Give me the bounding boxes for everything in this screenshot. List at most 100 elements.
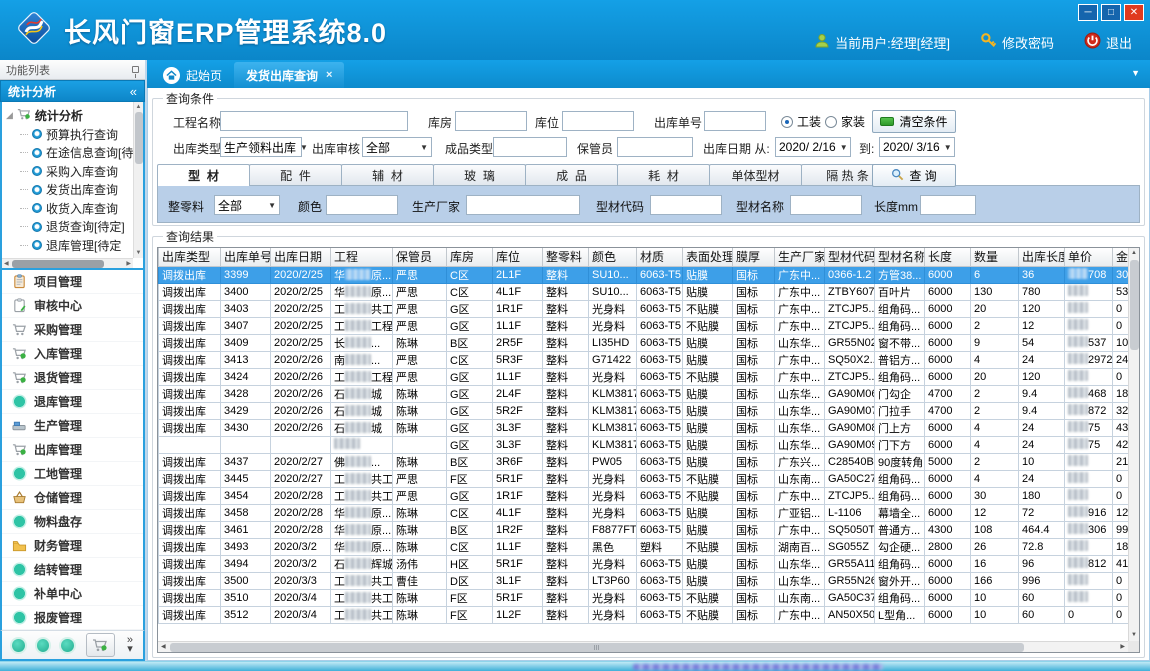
column-header[interactable]: 型材代码 — [825, 248, 875, 266]
sidebar-item-退货管理[interactable]: 退货管理 — [2, 366, 143, 390]
sidebar-item-财务管理[interactable]: 财务管理 — [2, 534, 143, 558]
table-row[interactable]: 调拨出库35122020/3/4工共工程陈琳F区1L2F整料光身料6063-T5… — [159, 606, 1129, 623]
sidebar-item-生产管理[interactable]: 生产管理 — [2, 414, 143, 438]
manufacturer-input[interactable] — [466, 195, 580, 215]
tab-shipping-outbound-query[interactable]: 发货出库查询 × — [234, 62, 344, 88]
tab-close-icon[interactable]: × — [326, 69, 332, 81]
search-button[interactable]: 查 询 — [872, 164, 956, 187]
column-header[interactable]: 表面处理 — [683, 248, 733, 266]
table-row[interactable]: G区3L3F整料KLM38176063-T5贴膜国标山东华...GA90M09.… — [159, 436, 1129, 453]
cart-shortcut-button[interactable] — [86, 633, 115, 657]
sidebar-item-报废管理[interactable]: 报废管理 — [2, 606, 143, 630]
group-shortcut-icon[interactable] — [61, 639, 74, 652]
table-row[interactable]: 调拨出库35002020/3/3工共工程曹佳D区3L1F整料LT3P606063… — [159, 572, 1129, 589]
table-row[interactable]: 调拨出库34072020/2/25工工程严思G区1L1F整料光身料6063-T5… — [159, 317, 1129, 334]
scroll-thumb[interactable] — [135, 112, 143, 164]
out-type-select[interactable]: 生产领料出库▼ — [220, 137, 302, 157]
date-from-select[interactable]: 2020/ 2/16▼ — [775, 137, 851, 157]
tree-item[interactable]: 退货查询[待定] — [6, 218, 141, 237]
tree-v-scrollbar[interactable]: ▲ ▼ — [133, 102, 143, 258]
material-tab-配件[interactable]: 配 件 — [249, 164, 342, 185]
column-header[interactable]: 库位 — [493, 248, 543, 266]
sidebar-item-仓储管理[interactable]: 仓储管理 — [2, 486, 143, 510]
sidebar-item-项目管理[interactable]: 项目管理 — [2, 270, 143, 294]
table-row[interactable]: 调拨出库34132020/2/26南...严思C区5R3F整料G71422606… — [159, 351, 1129, 368]
scroll-right-icon[interactable]: ▶ — [126, 259, 131, 269]
table-row[interactable]: 调拨出库34942020/3/2石辉城汤伟H区5R1F整料光身料6063-T5贴… — [159, 555, 1129, 572]
column-header[interactable]: 颜色 — [589, 248, 637, 266]
sidebar-item-采购管理[interactable]: 采购管理 — [2, 318, 143, 342]
table-row[interactable]: 调拨出库35102020/3/4工共工程陈琳F区5R1F整料光身料6063-T5… — [159, 589, 1129, 606]
tree-item[interactable]: 采购入库查询 — [6, 162, 141, 181]
sidebar-item-物料盘存[interactable]: 物料盘存 — [2, 510, 143, 534]
color-input[interactable] — [326, 195, 398, 215]
change-password-link[interactable]: 修改密码 — [980, 32, 1054, 52]
sidebar-item-退库管理[interactable]: 退库管理 — [2, 390, 143, 414]
date-to-select[interactable]: 2020/ 3/16▼ — [879, 137, 955, 157]
group-shortcut-icon[interactable] — [12, 639, 25, 652]
table-row[interactable]: 调拨出库34582020/2/28华原...陈琳C区4L1F整料光身料6063-… — [159, 504, 1129, 521]
table-row[interactable]: 调拨出库34542020/2/28工共工程严思G区1R1F整料光身料6063-T… — [159, 487, 1129, 504]
table-row[interactable]: 调拨出库34612020/2/28华原...陈琳B区1R2F整料F8877FT6… — [159, 521, 1129, 538]
logout-link[interactable]: 退出 — [1084, 32, 1132, 52]
table-row[interactable]: 调拨出库34932020/3/2华原...陈琳C区1L1F整料黑色塑料不贴膜国标… — [159, 538, 1129, 555]
material-tab-成品[interactable]: 成 品 — [525, 164, 618, 185]
grid-h-scrollbar[interactable]: ◀ ▶ — [158, 641, 1128, 652]
table-row[interactable]: 调拨出库33992020/2/25华原...严思C区2L1F整料SU10...6… — [159, 266, 1129, 283]
column-header[interactable]: 出库长度 — [1019, 248, 1065, 266]
column-header[interactable]: 出库类型 — [159, 248, 221, 266]
scroll-down-icon[interactable]: ▼ — [134, 248, 143, 258]
table-row[interactable]: 调拨出库34302020/2/26石城陈琳G区3L3F整料KLM38176063… — [159, 419, 1129, 436]
tabbar-dropdown-icon[interactable]: ▼ — [1131, 68, 1140, 78]
location-input[interactable] — [562, 111, 634, 131]
tree-item[interactable]: 收货入库查询 — [6, 199, 141, 218]
table-row[interactable]: 调拨出库34282020/2/26石城陈琳G区2L4F整料KLM38176063… — [159, 385, 1129, 402]
column-header[interactable]: 金 — [1113, 248, 1129, 266]
length-input[interactable] — [920, 195, 976, 215]
project-name-input[interactable] — [220, 111, 408, 131]
close-button[interactable]: ✕ — [1124, 4, 1144, 21]
collapse-icon[interactable]: « — [130, 84, 137, 99]
tree-item[interactable]: 预算执行查询 — [6, 125, 141, 144]
sidebar-item-结转管理[interactable]: 结转管理 — [2, 558, 143, 582]
tree-h-scrollbar[interactable]: ◀ ▶ — [2, 258, 133, 268]
tree-item[interactable]: 退库管理[待定 — [6, 236, 141, 255]
scroll-left-icon[interactable]: ◀ — [4, 259, 9, 269]
audit-select[interactable]: 全部▼ — [362, 137, 432, 157]
material-tab-单体型材[interactable]: 单体型材 — [709, 164, 802, 185]
sidebar-item-工地管理[interactable]: 工地管理 — [2, 462, 143, 486]
column-header[interactable]: 出库单号 — [221, 248, 271, 266]
column-header[interactable]: 生产厂家 — [775, 248, 825, 266]
scroll-up-icon[interactable]: ▲ — [1129, 248, 1139, 259]
profile-code-input[interactable] — [650, 195, 722, 215]
scroll-thumb[interactable] — [1130, 260, 1139, 350]
order-no-input[interactable] — [704, 111, 766, 131]
minimize-button[interactable]: ─ — [1078, 4, 1098, 21]
whole-part-select[interactable]: 全部▼ — [214, 195, 280, 215]
tree-root-stats[interactable]: ◢ 统计分析 — [6, 105, 141, 125]
column-header[interactable]: 库房 — [447, 248, 493, 266]
grid-v-scrollbar[interactable]: ▲ ▼ — [1128, 248, 1139, 641]
table-row[interactable]: 调拨出库34032020/2/25工共工程严思G区1R1F整料光身料6063-T… — [159, 300, 1129, 317]
product-type-input[interactable] — [493, 137, 567, 157]
column-header[interactable]: 长度 — [925, 248, 971, 266]
scroll-up-icon[interactable]: ▲ — [134, 102, 143, 112]
material-tab-型材[interactable]: 型 材 — [157, 164, 250, 186]
scroll-thumb[interactable] — [12, 260, 104, 268]
tab-home[interactable]: 起始页 — [151, 62, 234, 88]
material-tab-辅材[interactable]: 辅 材 — [341, 164, 434, 185]
material-tab-玻璃[interactable]: 玻 璃 — [433, 164, 526, 185]
table-row[interactable]: 调拨出库34372020/2/27佛...陈琳B区3R6F整料PW056063-… — [159, 453, 1129, 470]
keeper-input[interactable] — [617, 137, 693, 157]
tree-expander-icon[interactable]: ◢ — [6, 110, 13, 121]
tree-item[interactable]: 发货出库查询 — [6, 181, 141, 200]
sidebar-item-入库管理[interactable]: 入库管理 — [2, 342, 143, 366]
column-header[interactable]: 工程 — [331, 248, 393, 266]
material-tab-耗材[interactable]: 耗 材 — [617, 164, 710, 185]
column-header[interactable]: 数量 — [971, 248, 1019, 266]
radio-workwear[interactable]: 工装 — [781, 113, 821, 130]
overflow-chevron[interactable]: »▾ — [127, 636, 133, 654]
table-row[interactable]: 调拨出库34292020/2/26石城陈琳G区5R2F整料KLM38176063… — [159, 402, 1129, 419]
warehouse-input[interactable] — [455, 111, 527, 131]
clear-conditions-button[interactable]: 清空条件 — [872, 110, 956, 133]
